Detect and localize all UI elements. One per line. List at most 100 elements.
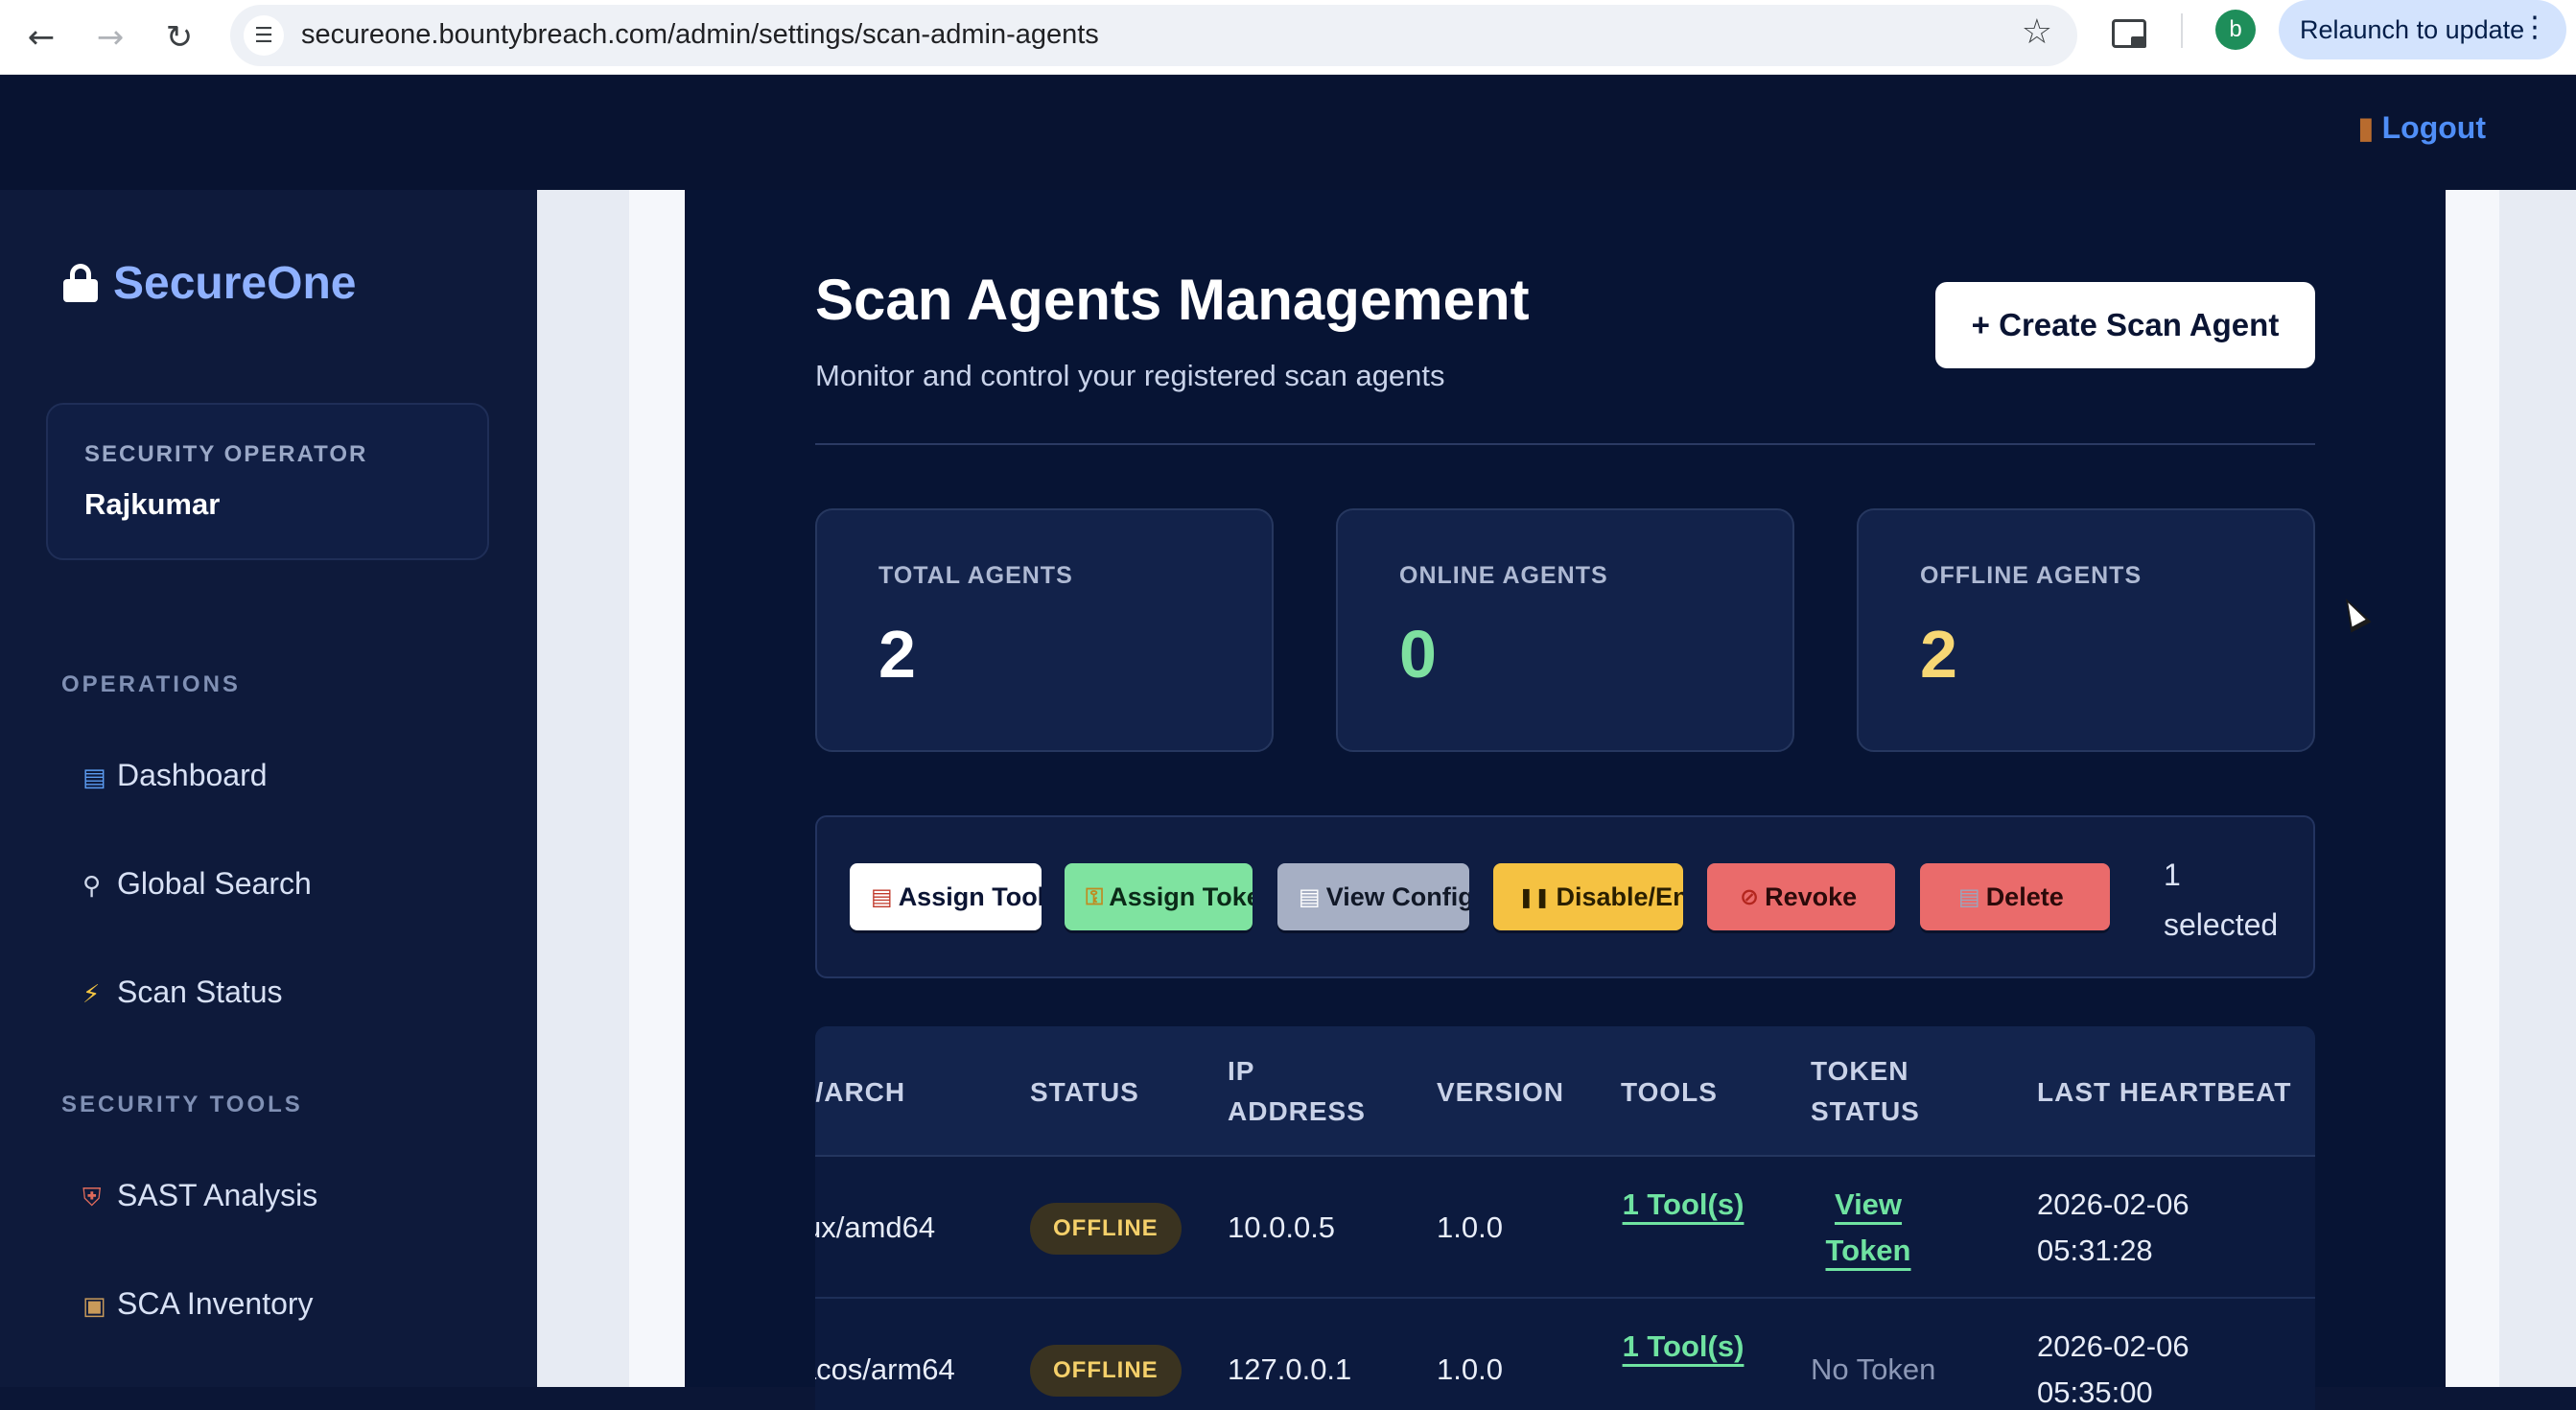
sidebar-item-label: SCA Inventory (117, 1286, 314, 1321)
operator-role: SECURITY OPERATOR (84, 441, 368, 467)
more-vertical-icon[interactable]: ⋮ (2520, 13, 2549, 42)
selection-count: 1 selected (2164, 850, 2278, 950)
stat-card-total: TOTAL AGENTS 2 (815, 508, 1274, 752)
sidebar: SecureOne SECURITY OPERATOR Rajkumar OPE… (0, 190, 537, 1387)
stat-value: 2 (878, 617, 916, 692)
lock-icon (63, 264, 98, 302)
cell-ip-address: 127.0.0.1 (1228, 1352, 1352, 1386)
cell-version: 1.0.0 (1437, 1352, 1503, 1386)
key-icon: ⚿ (1086, 883, 1104, 910)
delete-button[interactable]: ▤ Delete (1920, 863, 2110, 930)
logout-label: Logout (2381, 110, 2486, 145)
cell-ip-address: 10.0.0.5 (1228, 1210, 1336, 1244)
operator-name: Rajkumar (84, 487, 221, 521)
pause-icon: ❚❚ (1518, 885, 1551, 908)
stat-value: 2 (1920, 617, 1957, 692)
header-divider (815, 443, 2315, 445)
view-config-button[interactable]: ▤ View Config (1277, 863, 1469, 930)
column-header-tools: TOOLS (1621, 1077, 1718, 1107)
address-bar[interactable]: ☰ secureone.bountybreach.com/admin/setti… (230, 5, 2077, 66)
table-row[interactable]: macos/arm64 OFFLINE 127.0.0.1 1.0.0 1 To… (815, 1299, 2315, 1410)
sidebar-section-security-tools: SECURITY TOOLS (61, 1092, 303, 1117)
selected-count-value: 1 (2164, 858, 2181, 892)
sidebar-item-sast-analysis[interactable]: ⛨ SAST Analysis (82, 1178, 317, 1213)
stat-label: OFFLINE AGENTS (1920, 562, 2143, 589)
stat-card-offline: OFFLINE AGENTS 2 (1857, 508, 2315, 752)
package-icon: ▣ (82, 1292, 106, 1321)
brand-logo[interactable]: SecureOne (63, 257, 356, 310)
back-arrow-icon[interactable]: ← (15, 12, 67, 63)
sidebar-section-operations: OPERATIONS (61, 671, 241, 697)
page-title: Scan Agents Management (815, 268, 1530, 332)
button-label: Disable/Enable (1556, 881, 1683, 911)
toolbox-icon: ▤ (871, 883, 893, 910)
cell-last-heartbeat: 2026-02-06 05:35:00 (2037, 1329, 2190, 1409)
bar-chart-icon: ▤ (82, 764, 106, 792)
button-label: Revoke (1765, 881, 1858, 911)
table-header: OS/ARCH STATUS IP ADDRESS VERSION TOOLS … (815, 1026, 2315, 1157)
stat-label: ONLINE AGENTS (1399, 562, 1608, 589)
sidebar-item-label: Scan Status (117, 975, 283, 1009)
button-label: Assign Tools (898, 881, 1042, 911)
sidebar-item-global-search[interactable]: ⚲ Global Search (82, 866, 312, 902)
revoke-button[interactable]: ⊘ Revoke (1707, 863, 1895, 930)
forward-arrow-icon[interactable]: → (84, 12, 136, 63)
magnifier-icon: ⚲ (82, 872, 102, 901)
button-label: View Config (1325, 881, 1469, 911)
operator-card: SECURITY OPERATOR Rajkumar (46, 403, 489, 560)
logout-link[interactable]: ▮ Logout (2357, 109, 2486, 146)
create-scan-agent-button[interactable]: + Create Scan Agent (1935, 282, 2315, 368)
column-header-os-arch: OS/ARCH (815, 1077, 906, 1107)
column-header-version: VERSION (1437, 1077, 1565, 1107)
column-header-status: STATUS (1030, 1077, 1139, 1107)
cell-last-heartbeat: 2026-02-06 05:31:28 (2037, 1187, 2190, 1267)
lightning-icon: ⚡ (82, 980, 101, 1009)
tools-link[interactable]: 1 Tool(s) (1621, 1324, 1745, 1370)
button-label: Delete (1985, 881, 2064, 911)
sidebar-item-label: Global Search (117, 866, 312, 901)
cell-os-arch: macos/arm64 (815, 1352, 955, 1386)
relaunch-button[interactable]: Relaunch to update ⋮ (2279, 0, 2566, 59)
reload-icon[interactable]: ↻ (153, 12, 205, 63)
clipboard-icon: ▤ (1299, 883, 1321, 910)
relaunch-label: Relaunch to update (2300, 14, 2525, 44)
agents-table: OS/ARCH STATUS IP ADDRESS VERSION TOOLS … (815, 1026, 2315, 1410)
app-header: ▮ Logout (0, 75, 2576, 190)
disable-enable-button[interactable]: ❚❚Disable/Enable (1493, 863, 1683, 930)
status-badge: OFFLINE (1030, 1203, 1182, 1255)
table-row[interactable]: linux/amd64 OFFLINE 10.0.0.5 1.0.0 1 Too… (815, 1157, 2315, 1299)
cast-icon[interactable] (2112, 19, 2146, 48)
site-settings-icon[interactable]: ☰ (244, 15, 284, 56)
page-subtitle: Monitor and control your registered scan… (815, 359, 1445, 392)
column-header-token-status: TOKEN STATUS (1811, 1056, 1920, 1126)
status-badge: OFFLINE (1030, 1345, 1182, 1397)
tools-link[interactable]: 1 Tool(s) (1621, 1182, 1745, 1228)
assign-tools-button[interactable]: ▤Assign Tools (850, 863, 1042, 930)
stat-value: 0 (1399, 617, 1437, 692)
button-label: Assign Token (1109, 881, 1253, 911)
prohibited-icon: ⊘ (1740, 883, 1760, 910)
door-icon: ▮ (2357, 109, 2375, 146)
profile-avatar[interactable]: b (2215, 10, 2256, 50)
sidebar-item-label: Dashboard (117, 758, 268, 792)
brand-name: SecureOne (113, 258, 357, 309)
sidebar-item-sca-inventory[interactable]: ▣ SCA Inventory (82, 1286, 314, 1322)
bulk-action-bar: ▤Assign Tools ⚿Assign Token ▤View Config… (815, 815, 2315, 978)
toolbar-separator (2181, 13, 2183, 48)
assign-token-button[interactable]: ⚿Assign Token (1065, 863, 1253, 930)
bookmark-star-icon[interactable]: ☆ (2022, 12, 2052, 52)
stat-card-online: ONLINE AGENTS 0 (1336, 508, 1794, 752)
shield-icon: ⛨ (82, 1184, 102, 1212)
sidebar-item-scan-status[interactable]: ⚡ Scan Status (82, 975, 283, 1010)
view-token-link[interactable]: View Token (1811, 1182, 1926, 1274)
agents-panel: Scan Agents Management Monitor and contr… (685, 190, 2446, 1410)
cell-os-arch: linux/amd64 (815, 1210, 936, 1244)
browser-toolbar: ← → ↻ ☰ secureone.bountybreach.com/admin… (0, 0, 2576, 75)
sidebar-item-label: SAST Analysis (117, 1178, 318, 1212)
stat-label: TOTAL AGENTS (878, 562, 1073, 589)
url-text[interactable]: secureone.bountybreach.com/admin/setting… (301, 19, 1099, 51)
trash-icon: ▤ (1958, 883, 1980, 910)
token-status-text: No Token (1811, 1352, 1936, 1386)
sidebar-item-dashboard[interactable]: ▤ Dashboard (82, 758, 268, 793)
column-header-ip-address: IP ADDRESS (1228, 1056, 1366, 1126)
